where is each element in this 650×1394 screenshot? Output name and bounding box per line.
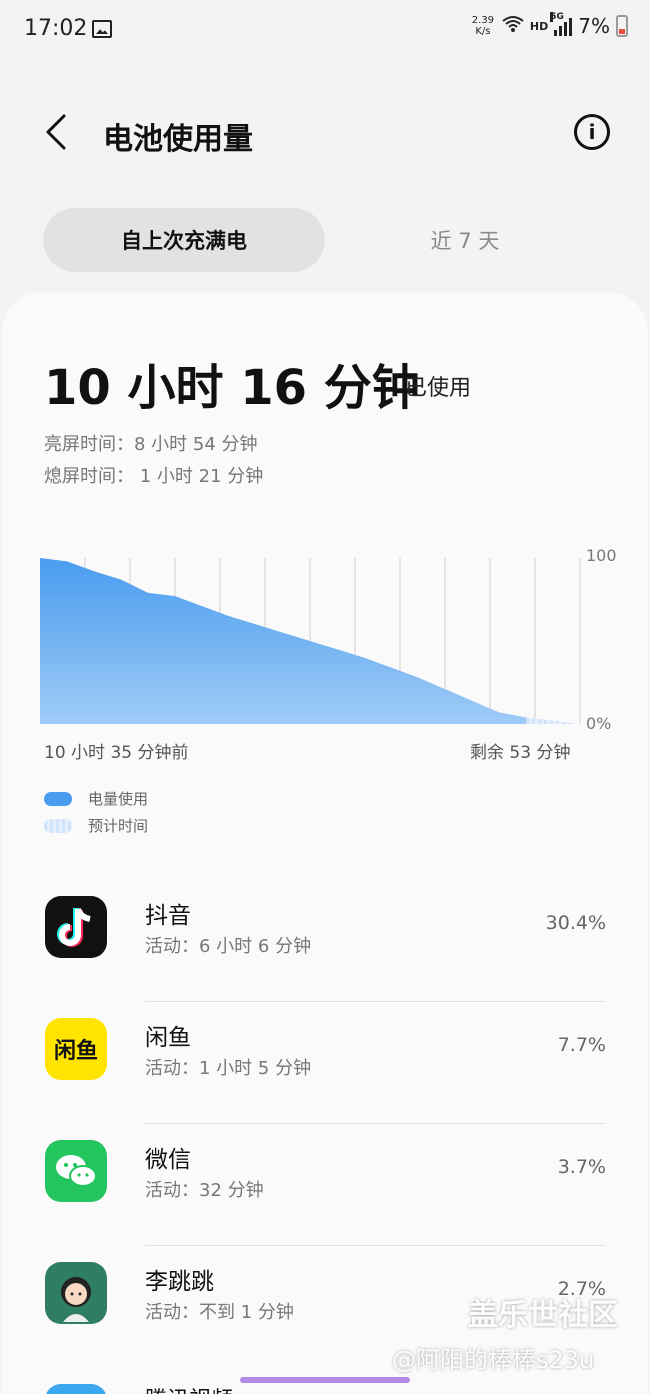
status-right: 2.39 K/s HD 5G 7%	[470, 12, 628, 38]
xianyu-icon: 闲鱼	[45, 1018, 107, 1080]
app-activity: 活动：6 小时 6 分钟	[145, 936, 312, 957]
legend-label-used: 电量使用	[88, 790, 149, 808]
chevron-left-icon	[46, 114, 66, 150]
app-activity: 活动：32 分钟	[145, 1180, 264, 1201]
tencent-video-icon	[45, 1384, 107, 1394]
app-name: 闲鱼	[145, 1025, 191, 1051]
xianyu-icon-text: 闲鱼	[53, 1039, 98, 1064]
app-row-wechat[interactable]: 微信 活动：32 分钟 3.7%	[0, 1124, 650, 1246]
app-name: 李跳跳	[145, 1269, 214, 1295]
legend-estimated: 预计时间	[44, 815, 148, 836]
y-tick-bottom: 0%	[586, 714, 612, 733]
network-speed-unit: K/s	[475, 26, 491, 37]
app-activity: 活动：不到 1 分钟	[145, 1302, 294, 1323]
app-percent: 30.4%	[545, 912, 606, 934]
y-tick-top: 100	[586, 546, 617, 565]
screen-on-time: 亮屏时间：8 小时 54 分钟	[44, 434, 258, 455]
navigation-handle[interactable]	[240, 1377, 410, 1383]
tab-last-7-days[interactable]: 近 7 天	[340, 208, 590, 272]
usage-suffix: 已使用	[405, 376, 472, 401]
info-icon: i	[588, 120, 596, 144]
watermark-community: 盖乐世社区	[468, 1298, 618, 1333]
hd-label: HD	[529, 19, 549, 33]
x-end-label: 剩余 53 分钟	[470, 743, 571, 763]
legend-swatch-used	[44, 791, 72, 806]
status-bar: 17:02 2.39 K/s HD 5G 7%	[0, 0, 650, 60]
network-type-label: 5G	[550, 12, 564, 22]
legend-label-estimated: 预计时间	[88, 817, 149, 835]
image-notification-icon	[92, 20, 112, 38]
info-button[interactable]: i	[574, 114, 610, 150]
battery-icon	[616, 15, 628, 37]
app-row-xianyu[interactable]: 闲鱼 闲鱼 活动：1 小时 5 分钟 7.7%	[0, 1002, 650, 1124]
app-percent: 3.7%	[557, 1156, 606, 1178]
app-name: 抖音	[145, 903, 191, 929]
page-title: 电池使用量	[103, 122, 253, 157]
tab-since-full-charge[interactable]: 自上次充满电	[43, 208, 325, 272]
app-percent: 7.7%	[557, 1034, 606, 1056]
signal-icon: 5G	[550, 12, 573, 36]
series-estimated-area	[526, 717, 580, 724]
legend-swatch-estimated	[44, 818, 72, 833]
screen-off-time: 熄屏时间： 1 小时 21 分钟	[44, 466, 264, 487]
network-speed: 2.39 K/s	[470, 15, 496, 37]
app-name-partial[interactable]: 腾讯视频	[145, 1382, 233, 1394]
app-name: 微信	[145, 1147, 191, 1173]
status-time: 17:02	[24, 16, 88, 41]
battery-percent: 7%	[578, 14, 610, 38]
douyin-icon	[45, 896, 107, 958]
series-battery-used-area	[40, 558, 526, 724]
usage-time: 10 小时 16 分钟	[44, 360, 420, 416]
avatar-icon	[45, 1262, 107, 1324]
legend-battery-used: 电量使用	[44, 788, 148, 809]
back-button[interactable]	[44, 114, 68, 150]
watermark-author: @阿阳的棒棒s23u	[392, 1346, 595, 1374]
battery-chart	[40, 558, 581, 724]
wifi-icon	[502, 15, 524, 38]
x-start-label: 10 小时 35 分钟前	[44, 743, 189, 763]
wechat-icon	[45, 1140, 107, 1202]
app-row-douyin[interactable]: 抖音 活动：6 小时 6 分钟 30.4%	[0, 880, 650, 1002]
app-activity: 活动：1 小时 5 分钟	[145, 1058, 312, 1079]
network-speed-value: 2.39	[471, 15, 495, 26]
